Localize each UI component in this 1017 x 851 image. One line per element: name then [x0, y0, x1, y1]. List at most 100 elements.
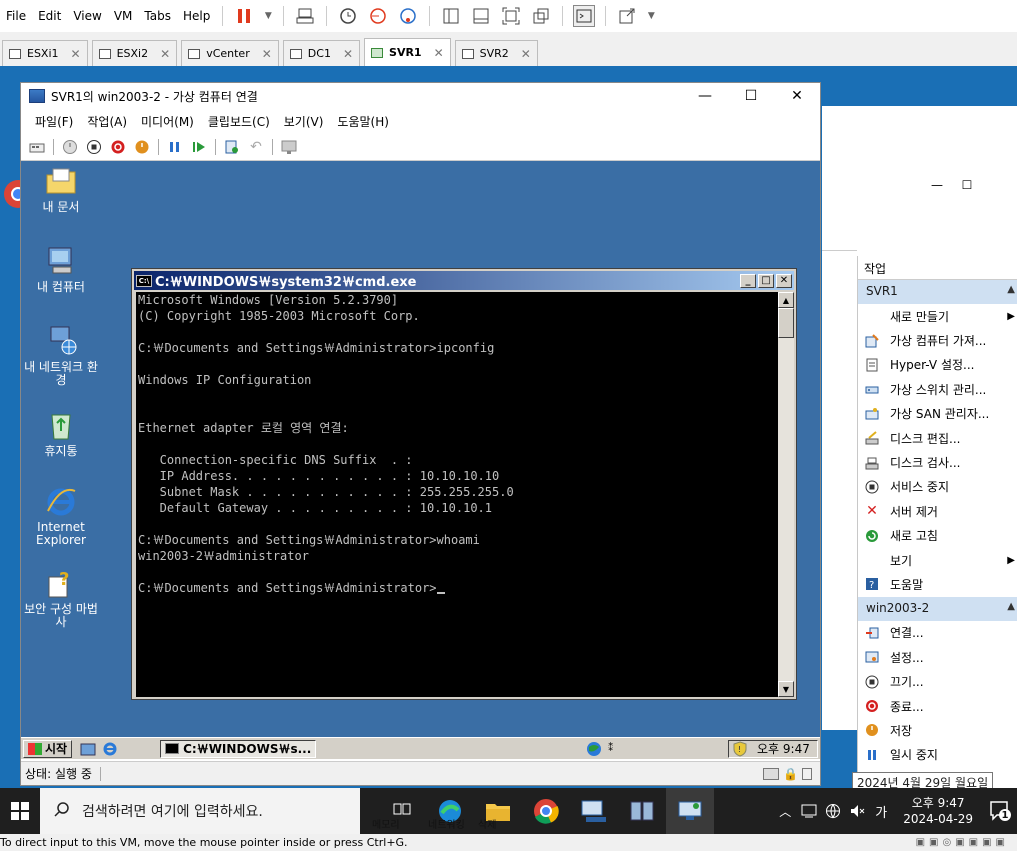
hv-action-help[interactable]: ? 도움말 [858, 572, 1017, 596]
enhanced-session-icon[interactable] [281, 139, 297, 155]
revert-snapshot-icon[interactable] [367, 5, 389, 27]
stretch-guest-icon[interactable] [616, 5, 638, 27]
hv-action-switch[interactable]: 가상 스위치 관리... [858, 377, 1017, 401]
remote-desktop-icon[interactable] [798, 800, 820, 822]
menu-view[interactable]: 보기(V) [284, 113, 324, 130]
close-icon[interactable]: ✕ [776, 273, 792, 288]
hv-action-connect[interactable]: 연결... [858, 621, 1017, 645]
hv-action-view[interactable]: 보기 ▶ [858, 548, 1017, 572]
tab-svr2[interactable]: SVR2 ✕ [454, 40, 538, 66]
menu-file[interactable]: File [0, 9, 32, 23]
checkpoint-icon[interactable] [224, 139, 240, 155]
security-shield-icon[interactable]: ! [733, 740, 747, 757]
cmd-scrollbar[interactable]: ▲ ▼ [778, 292, 794, 697]
unity-icon[interactable] [530, 5, 552, 27]
hv-action-san[interactable]: 가상 SAN 관리자... [858, 402, 1017, 426]
chrome-desktop-icon[interactable] [0, 176, 32, 246]
minimize-icon[interactable]: _ [740, 273, 756, 288]
server-manager-taskbar-button[interactable] [618, 788, 666, 834]
tab-vcenter[interactable]: vCenter ✕ [181, 40, 279, 66]
chevron-up-icon[interactable]: ︿ [774, 800, 796, 822]
file-explorer-taskbar-button[interactable]: 삭제 [474, 788, 522, 834]
scroll-up-icon[interactable]: ▲ [778, 292, 794, 308]
menu-tabs[interactable]: Tabs [138, 9, 177, 23]
host-search-box[interactable]: 검색하려면 여기에 입력하세요. [40, 788, 360, 834]
host-clock[interactable]: 오후 9:47 2024-04-29 [903, 795, 973, 827]
cmd-titlebar[interactable]: C:\ C:￦WINDOWS￦system32￦cmd.exe _ □ ✕ [134, 271, 794, 290]
hv-action-settings[interactable]: Hyper-V 설정... [858, 353, 1017, 377]
maximize-icon[interactable]: ☐ [952, 178, 982, 192]
minimize-icon[interactable]: — [922, 178, 952, 192]
save-icon[interactable] [134, 139, 150, 155]
ie-icon[interactable] [102, 741, 120, 757]
hv-action-edit-disk[interactable]: 디스크 편집... [858, 426, 1017, 450]
scroll-down-icon[interactable]: ▼ [778, 681, 794, 697]
revert-icon[interactable]: ↶ [248, 139, 264, 155]
edge-taskbar-button[interactable]: 네트워킹 [426, 788, 474, 834]
tab-svr1[interactable]: SVR1 ✕ [364, 38, 451, 66]
send-keys-icon[interactable] [294, 5, 316, 27]
close-icon[interactable]: ✕ [521, 47, 531, 61]
pause-icon[interactable] [167, 139, 183, 155]
menu-help[interactable]: Help [177, 9, 216, 23]
desktop-icon-internet-explorer[interactable]: Internet Explorer [21, 485, 103, 547]
guest-clock[interactable]: 오후 9:47 [757, 740, 810, 757]
resize-grip-icon[interactable] [802, 767, 812, 780]
hv-action-inspect-disk[interactable]: 디스크 검사... [858, 450, 1017, 474]
volume-muted-icon[interactable] [846, 800, 868, 822]
shutdown-icon[interactable] [110, 139, 126, 155]
desktop-icon-my-documents[interactable]: 내 문서 [21, 165, 103, 214]
scroll-thumb[interactable] [778, 308, 794, 338]
ime-icon[interactable]: ⁑ [608, 743, 613, 754]
hyperv-manager-taskbar-button[interactable] [570, 788, 618, 834]
cmd-window[interactable]: C:\ C:￦WINDOWS￦system32￦cmd.exe _ □ ✕ Mi… [131, 268, 797, 700]
hv-action-stop-service[interactable]: 서비스 중지 [858, 475, 1017, 499]
hv-action-turn-off[interactable]: 끄기... [858, 669, 1017, 693]
fullscreen-icon[interactable] [500, 5, 522, 27]
windows-start-button[interactable] [0, 788, 40, 834]
close-icon[interactable]: ✕ [71, 47, 81, 61]
close-icon[interactable]: ✕ [343, 47, 353, 61]
hv-action-import[interactable]: 가상 컴퓨터 가져... [858, 328, 1017, 352]
thumbnail-bar-icon[interactable] [470, 5, 492, 27]
hv-section-svr1[interactable]: SVR1 [858, 280, 1017, 304]
task-view-button[interactable]: 메모리 [372, 788, 426, 834]
language-bar-icon[interactable] [586, 741, 602, 757]
hv-action-shutdown[interactable]: 종료... [858, 694, 1017, 718]
chevron-down-icon[interactable]: ▼ [646, 5, 656, 27]
device-status-icons[interactable]: ▣▣◎▣▣▣▣ [916, 837, 1009, 848]
hv-action-vm-settings[interactable]: 설정... [858, 645, 1017, 669]
play-icon[interactable] [191, 139, 207, 155]
start-icon[interactable] [62, 139, 78, 155]
desktop-icon-network[interactable]: 내 네트워크 환경 [21, 325, 103, 387]
guest-task-cmd[interactable]: C:￦WINDOWS￦s... [160, 739, 317, 758]
hv-action-pause[interactable]: 일시 중지 [858, 743, 1017, 767]
tab-esxi2[interactable]: ESXi2 ✕ [91, 40, 178, 66]
hv-action-new[interactable]: 새로 만들기 ▶ [858, 304, 1017, 328]
chrome-taskbar-button[interactable] [522, 788, 570, 834]
menu-media[interactable]: 미디어(M) [141, 113, 194, 130]
hv-action-save[interactable]: 저장 [858, 718, 1017, 742]
menu-edit[interactable]: Edit [32, 9, 67, 23]
chevron-down-icon[interactable]: ▼ [263, 5, 273, 27]
show-desktop-icon[interactable] [80, 741, 98, 757]
menu-help[interactable]: 도움말(H) [337, 113, 389, 130]
close-icon[interactable]: ✕ [262, 47, 272, 61]
guest-start-button[interactable]: 시작 [23, 739, 73, 758]
turn-off-icon[interactable] [86, 139, 102, 155]
guest-desktop[interactable]: 내 문서 내 컴퓨터 내 네트워크 환경 휴지통 Internet Explor… [21, 161, 820, 737]
tab-esxi1[interactable]: ESXi1 ✕ [2, 40, 88, 66]
hv-section-vm[interactable]: win2003-2 [858, 596, 1017, 621]
snapshot-icon[interactable] [337, 5, 359, 27]
notification-center-button[interactable]: 1 [983, 788, 1017, 834]
hv-action-refresh[interactable]: 새로 고침 [858, 524, 1017, 548]
menu-view[interactable]: View [67, 9, 107, 23]
desktop-icon-security-wizard[interactable]: ? 보안 구성 마법사 [21, 567, 103, 629]
desktop-icon-recycle-bin[interactable]: 휴지통 [21, 409, 103, 458]
menu-action[interactable]: 작업(A) [87, 113, 127, 130]
minimize-icon[interactable]: — [682, 83, 728, 109]
hv-action-remove-server[interactable]: ✕ 서버 제거 [858, 499, 1017, 523]
suspend-icon[interactable] [233, 5, 255, 27]
close-icon[interactable]: ✕ [160, 47, 170, 61]
ime-mode-icon[interactable]: 가 [870, 800, 892, 822]
